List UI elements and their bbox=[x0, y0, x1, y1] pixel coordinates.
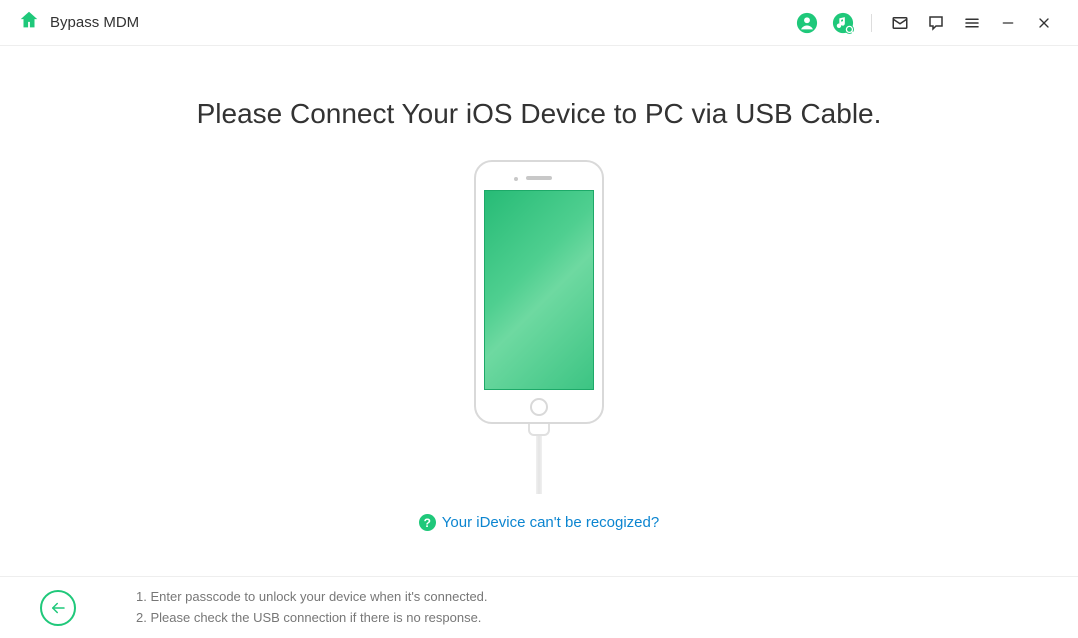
question-icon: ? bbox=[419, 514, 436, 531]
phone-outline bbox=[474, 160, 604, 424]
help-link[interactable]: ? Your iDevice can't be recogized? bbox=[419, 514, 659, 531]
footer-tip-1: 1. Enter passcode to unlock your device … bbox=[136, 587, 488, 608]
account-icon[interactable] bbox=[791, 7, 823, 39]
mail-icon[interactable] bbox=[884, 7, 916, 39]
minimize-button[interactable] bbox=[992, 7, 1024, 39]
header-right bbox=[791, 7, 1060, 39]
app-title: Bypass MDM bbox=[50, 14, 139, 31]
main-content: Please Connect Your iOS Device to PC via… bbox=[0, 46, 1078, 576]
usb-cable bbox=[536, 436, 542, 494]
phone-speaker bbox=[526, 176, 552, 180]
feedback-icon[interactable] bbox=[920, 7, 952, 39]
header-left: Bypass MDM bbox=[18, 9, 139, 36]
back-button[interactable] bbox=[40, 590, 76, 626]
page-heading: Please Connect Your iOS Device to PC via… bbox=[197, 98, 882, 130]
home-icon[interactable] bbox=[18, 9, 40, 36]
footer: 1. Enter passcode to unlock your device … bbox=[0, 576, 1078, 638]
phone-home-button bbox=[530, 398, 548, 416]
phone-screen bbox=[484, 190, 594, 390]
music-manage-icon[interactable] bbox=[827, 7, 859, 39]
header-separator bbox=[871, 14, 872, 32]
footer-tips: 1. Enter passcode to unlock your device … bbox=[136, 587, 488, 629]
phone-camera-dot bbox=[514, 177, 518, 181]
device-illustration bbox=[474, 160, 604, 494]
app-header: Bypass MDM bbox=[0, 0, 1078, 46]
close-button[interactable] bbox=[1028, 7, 1060, 39]
phone-connector bbox=[528, 422, 550, 436]
help-link-text: Your iDevice can't be recogized? bbox=[442, 514, 659, 531]
menu-icon[interactable] bbox=[956, 7, 988, 39]
footer-tip-2: 2. Please check the USB connection if th… bbox=[136, 608, 488, 629]
